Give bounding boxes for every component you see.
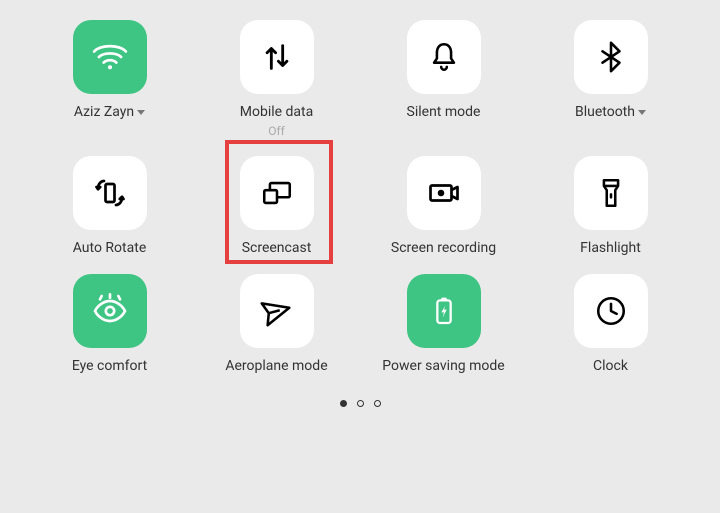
mobile-data-button[interactable] bbox=[240, 20, 314, 94]
aeroplane-mode-button[interactable] bbox=[240, 274, 314, 348]
screencast-button[interactable] bbox=[240, 156, 314, 230]
tile-mobile-data: Mobile data Off bbox=[197, 20, 356, 138]
page-dot-1[interactable] bbox=[340, 400, 347, 407]
auto-rotate-icon bbox=[92, 175, 128, 211]
eye-icon bbox=[90, 291, 130, 331]
chevron-down-icon bbox=[638, 110, 646, 115]
screen-recording-icon bbox=[426, 175, 462, 211]
auto-rotate-button[interactable] bbox=[73, 156, 147, 230]
battery-icon bbox=[428, 295, 460, 327]
silent-mode-button[interactable] bbox=[407, 20, 481, 94]
eye-comfort-button[interactable] bbox=[73, 274, 147, 348]
mobile-data-icon bbox=[260, 40, 294, 74]
chevron-down-icon bbox=[137, 110, 145, 115]
tile-auto-rotate: Auto Rotate bbox=[30, 156, 189, 256]
clock-label: Clock bbox=[593, 358, 628, 374]
bell-icon bbox=[427, 40, 461, 74]
pagination-dots[interactable] bbox=[0, 400, 720, 407]
screencast-icon bbox=[260, 176, 294, 210]
mobile-data-label: Mobile data bbox=[240, 104, 313, 120]
screen-recording-button[interactable] bbox=[407, 156, 481, 230]
auto-rotate-label: Auto Rotate bbox=[73, 240, 147, 256]
bluetooth-button[interactable] bbox=[574, 20, 648, 94]
silent-mode-label: Silent mode bbox=[407, 104, 481, 120]
mobile-data-sublabel: Off bbox=[268, 124, 285, 138]
tile-flashlight: Flashlight bbox=[531, 156, 690, 256]
wifi-label: Aziz Zayn bbox=[74, 104, 145, 120]
aeroplane-mode-label: Aeroplane mode bbox=[225, 358, 327, 374]
clock-icon bbox=[594, 294, 628, 328]
screen-recording-label: Screen recording bbox=[391, 240, 496, 256]
wifi-button[interactable] bbox=[73, 20, 147, 94]
bluetooth-label: Bluetooth bbox=[575, 104, 646, 120]
bluetooth-icon bbox=[594, 40, 628, 74]
quick-settings-grid: Aziz Zayn Mobile data Off Silent mode bbox=[0, 0, 720, 374]
tile-aeroplane-mode: Aeroplane mode bbox=[197, 274, 356, 374]
tile-wifi: Aziz Zayn bbox=[30, 20, 189, 138]
wifi-icon bbox=[91, 38, 129, 76]
screencast-label: Screencast bbox=[242, 240, 312, 256]
tile-clock: Clock bbox=[531, 274, 690, 374]
clock-button[interactable] bbox=[574, 274, 648, 348]
page-dot-2[interactable] bbox=[357, 400, 364, 407]
flashlight-button[interactable] bbox=[574, 156, 648, 230]
tile-silent-mode: Silent mode bbox=[364, 20, 523, 138]
flashlight-icon bbox=[594, 176, 628, 210]
tile-screencast: Screencast bbox=[197, 156, 356, 256]
power-saving-button[interactable] bbox=[407, 274, 481, 348]
airplane-icon bbox=[260, 294, 294, 328]
power-saving-label: Power saving mode bbox=[382, 358, 504, 374]
tile-eye-comfort: Eye comfort bbox=[30, 274, 189, 374]
tile-power-saving: Power saving mode bbox=[364, 274, 523, 374]
page-dot-3[interactable] bbox=[374, 400, 381, 407]
tile-screen-recording: Screen recording bbox=[364, 156, 523, 256]
flashlight-label: Flashlight bbox=[580, 240, 641, 256]
eye-comfort-label: Eye comfort bbox=[72, 358, 147, 374]
tile-bluetooth: Bluetooth bbox=[531, 20, 690, 138]
